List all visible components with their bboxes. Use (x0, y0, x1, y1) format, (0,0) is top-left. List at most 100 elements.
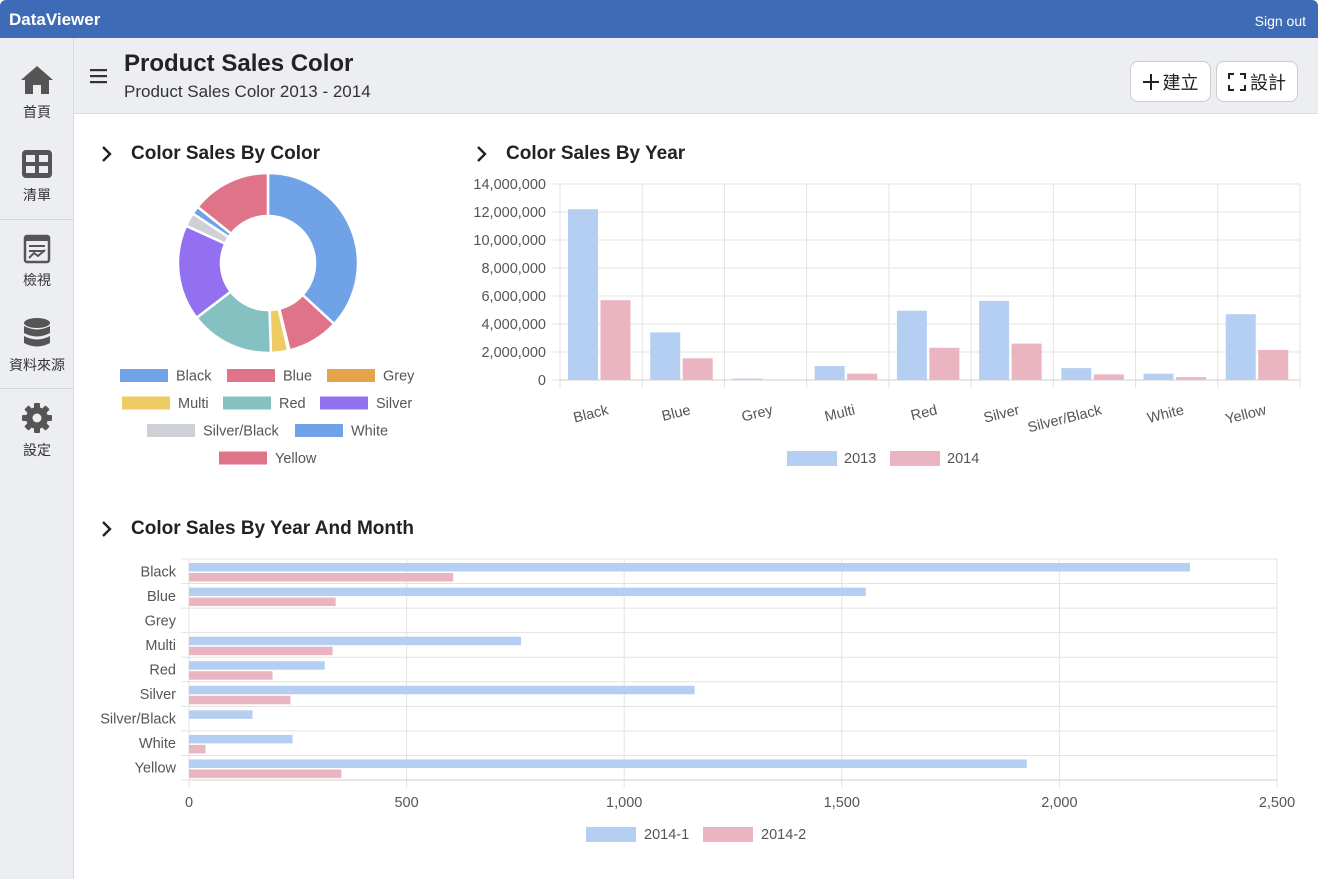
y-tick-label: Red (149, 663, 176, 679)
bar (682, 358, 713, 380)
y-tick-label: Black (141, 564, 177, 580)
x-tick-label: White (1146, 402, 1186, 426)
legend-label: 2013 (844, 451, 876, 467)
bar (896, 310, 927, 380)
bar (1143, 373, 1174, 380)
sidebar-item-settings[interactable]: 設定 (0, 402, 74, 460)
y-tick-label: 6,000,000 (481, 289, 546, 305)
brand-logo[interactable]: DataViewer (9, 10, 100, 30)
section-color-sales-by-year[interactable]: Color Sales By Year (476, 143, 685, 165)
bar (929, 347, 960, 380)
design-button[interactable]: 設計 (1216, 61, 1298, 102)
x-tick-label: 1,000 (606, 795, 642, 811)
legend-label: Red (279, 396, 306, 412)
donut-chart: Black Blue Grey Multi Red Silver Silver/Black W… (120, 171, 415, 467)
y-tick-label: Silver (140, 687, 176, 703)
section-color-sales-by-year-and-month[interactable]: Color Sales By Year And Month (101, 518, 414, 540)
section-title-text: Color Sales By Year (506, 143, 686, 164)
bar (189, 671, 273, 680)
legend-swatch (147, 424, 195, 437)
x-tick-label: 0 (185, 795, 193, 811)
sidebar-divider (0, 219, 74, 220)
legend-label: 2014-1 (644, 827, 689, 843)
legend-label: Yellow (275, 451, 317, 467)
chevron-right-icon (477, 146, 487, 162)
chevron-right-icon (102, 521, 112, 537)
grid-icon (22, 150, 52, 178)
design-button-label: 設計 (1250, 72, 1286, 93)
sidebar-item-label: 檢視 (23, 272, 51, 288)
y-tick-label: 14,000,000 (473, 177, 546, 193)
bar (1061, 368, 1092, 380)
bar (189, 636, 522, 646)
sidebar-item-view[interactable]: 檢視 (0, 234, 74, 290)
section-title-text: Color Sales By Year And Month (131, 518, 414, 539)
legend-label: White (351, 424, 388, 440)
bar (847, 373, 878, 380)
sidebar-item-home[interactable]: 首頁 (0, 64, 74, 122)
y-tick-label: 2,000,000 (481, 345, 546, 361)
y-tick-label: Grey (145, 613, 177, 629)
sidebar-item-datasource[interactable]: 資料來源 (0, 317, 74, 375)
page-title: Product Sales Color (124, 50, 354, 77)
hamburger-menu-icon[interactable] (90, 68, 108, 84)
bar (189, 769, 342, 778)
legend-label: 2014-2 (761, 827, 806, 843)
legend-swatch (295, 424, 343, 437)
y-tick-label: Yellow (135, 761, 177, 777)
year-bar-chart: 14,000,000 12,000,000 10,000,000 8,000,000 6… (473, 177, 1301, 467)
legend-label: Blue (283, 369, 312, 385)
legend-swatch (787, 451, 837, 466)
x-tick-label: Silver/Black (1026, 402, 1104, 436)
view-icon (23, 234, 51, 264)
sidebar-item-list[interactable]: 清單 (0, 149, 74, 205)
section-color-sales-by-color[interactable]: Color Sales By Color (101, 143, 320, 165)
bar (189, 661, 325, 670)
bar (189, 646, 333, 656)
sign-out-link[interactable]: Sign out (1255, 13, 1306, 29)
legend-swatch (703, 827, 753, 842)
sidebar-item-label: 首頁 (23, 104, 51, 120)
x-tick-label: Red (909, 402, 939, 424)
gear-icon (22, 403, 52, 433)
y-tick-label: White (139, 736, 176, 752)
bar (1011, 343, 1042, 380)
sidebar-item-label: 設定 (23, 442, 51, 458)
bar (189, 759, 1027, 768)
y-tick-label: 4,000,000 (481, 317, 546, 333)
x-tick-label: 2,000 (1041, 795, 1077, 811)
bar (814, 366, 845, 380)
legend-swatch (223, 396, 271, 410)
legend-label: Grey (383, 369, 415, 385)
sidebar-divider (0, 388, 74, 389)
legend-swatch (227, 369, 275, 382)
legend-swatch (120, 369, 168, 382)
bar (979, 300, 1010, 380)
legend-swatch (327, 369, 375, 382)
bar (189, 710, 253, 719)
y-tick-label: Silver/Black (100, 712, 176, 728)
x-tick-label: Yellow (1224, 402, 1269, 428)
pie-slice (266, 171, 360, 326)
legend-swatch (586, 827, 636, 842)
sidebar-item-label: 資料來源 (9, 357, 65, 373)
sidebar-item-label: 清單 (23, 187, 51, 203)
x-tick-label: Multi (823, 402, 857, 425)
x-tick-label: Black (572, 402, 611, 426)
home-icon (21, 66, 53, 94)
chevron-right-icon (102, 146, 112, 162)
bar (189, 587, 866, 597)
create-button[interactable]: 建立 (1130, 61, 1211, 102)
x-tick-label: Grey (740, 402, 775, 425)
bar (189, 695, 291, 705)
bar (1225, 314, 1256, 380)
bar (650, 332, 681, 380)
y-tick-label: Blue (147, 589, 176, 605)
bar (1093, 374, 1124, 380)
legend-swatch (320, 396, 368, 410)
page-subtitle: Product Sales Color 2013 - 2014 (124, 82, 371, 101)
bar (189, 685, 695, 695)
bar (600, 300, 631, 380)
legend-swatch (122, 396, 170, 410)
x-tick-label: 500 (394, 795, 418, 811)
